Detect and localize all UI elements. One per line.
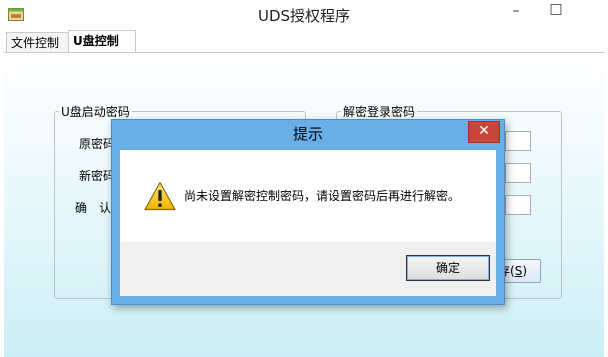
old-password-label: 原密码 (79, 137, 116, 151)
save-button-tail: ) (522, 264, 527, 278)
dialog-title: 提示 (292, 125, 323, 143)
usb-password-legend: U盘启动密码 (61, 105, 130, 119)
dialog-message: 尚未设置解密控制密码，请设置密码后再进行解密。 (184, 189, 461, 203)
new-password-label: 新密码 (79, 169, 116, 183)
dialog-close-button[interactable]: ✕ (468, 121, 500, 143)
confirm-password-label: 确 认 (75, 201, 112, 215)
dialog-body: 尚未设置解密控制密码，请设置密码后再进行解密。 确定 (120, 150, 496, 296)
decrypt-password-input-1[interactable] (505, 131, 531, 151)
decrypt-password-input-3[interactable] (505, 195, 531, 215)
tab-usb-control[interactable]: U盘控制 (68, 30, 136, 53)
decrypt-password-input-2[interactable] (505, 163, 531, 183)
warning-icon (144, 181, 176, 211)
maximize-button[interactable]: □ (536, 0, 576, 22)
tab-file-control[interactable]: 文件控制 (6, 32, 74, 53)
dialog-message-area: 尚未设置解密控制密码，请设置密码后再进行解密。 (120, 150, 496, 242)
title-bar: UDS授权程序 – □ (0, 0, 608, 30)
ok-button[interactable]: 确定 (406, 255, 490, 281)
message-dialog: 提示 ✕ 尚未设置解密控制密码，请设置密码后再进行解密。 确定 (111, 119, 505, 305)
decrypt-password-legend: 解密登录密码 (343, 105, 416, 119)
minimize-button[interactable]: – (496, 0, 536, 24)
